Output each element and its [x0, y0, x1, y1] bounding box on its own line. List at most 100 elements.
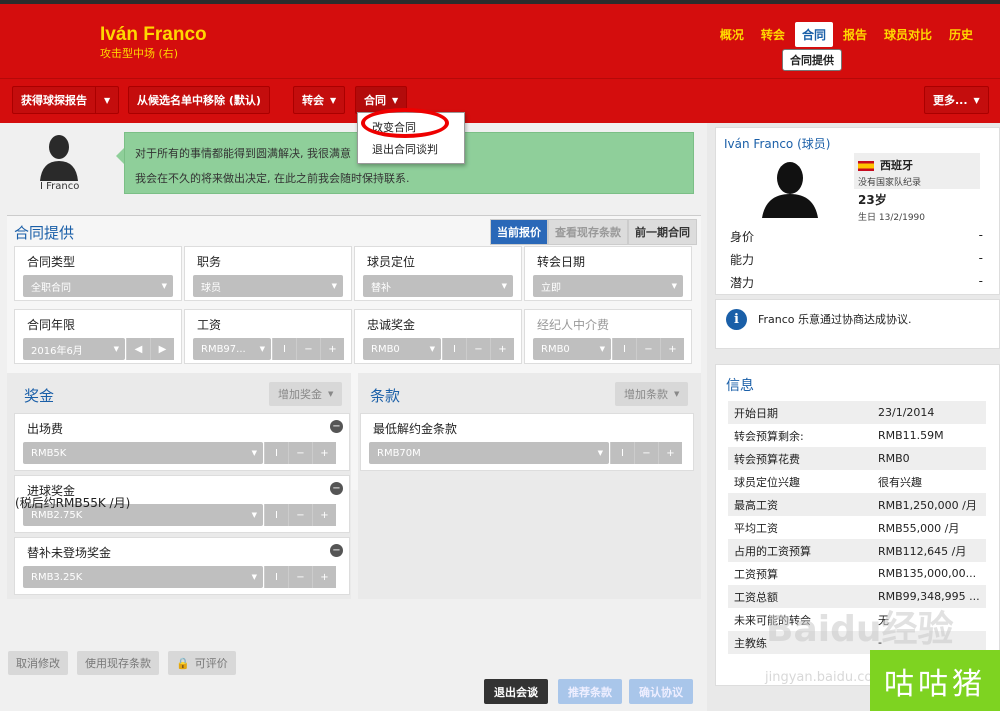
text-cursor-icon[interactable]: I [264, 442, 288, 464]
field-label: 替补未登场奖金 [27, 546, 112, 560]
minus-icon[interactable]: − [466, 338, 490, 360]
appearance-fee-select[interactable]: RMB5K ▼ [23, 442, 263, 464]
player-card-title: Iván Franco (球员) [724, 137, 831, 151]
select-value: RMB5K [31, 447, 67, 459]
minus-icon[interactable]: − [634, 442, 658, 464]
contract-length-field: 合同年限 2016年6月 ▼ ◀ ▶ [14, 309, 182, 364]
attr-potential-label: 潜力 [730, 276, 755, 290]
add-bonus-label: 增加奖金 [278, 388, 322, 401]
remove-shortlist-button[interactable]: 从候选名单中移除 (默认) [128, 86, 270, 114]
plus-icon[interactable]: + [658, 442, 682, 464]
notice-text: Franco 乐意通过协商达成协议. [758, 313, 912, 326]
confirm-agreement-button[interactable]: 确认协议 [629, 679, 693, 704]
offer-title: 合同提供 [14, 224, 75, 242]
info-value: 很有兴趣 [878, 475, 922, 489]
menu-item-change-contract[interactable]: 改变合同 [358, 116, 464, 138]
message-arrow [116, 148, 124, 164]
tab-compare[interactable]: 球员对比 [877, 22, 939, 47]
minus-icon[interactable]: − [288, 504, 312, 526]
remove-icon[interactable]: − [330, 482, 343, 495]
info-key: 工资预算 [734, 567, 778, 581]
appearance-fee-field: 出场费 − RMB5K ▼ I − + [14, 413, 350, 471]
add-bonus-button[interactable]: 增加奖金 ▼ [269, 382, 343, 406]
minus-icon[interactable]: − [296, 338, 320, 360]
info-key: 球员定位兴趣 [734, 475, 800, 489]
field-label: 最低解约金条款 [373, 422, 458, 436]
plus-icon[interactable]: + [312, 442, 336, 464]
text-cursor-icon[interactable]: I [442, 338, 466, 360]
text-cursor-icon[interactable]: I [612, 338, 636, 360]
agent-fee-select[interactable]: RMB0 ▼ [533, 338, 611, 360]
plus-icon[interactable]: + [660, 338, 684, 360]
select-value: RMB97... [201, 343, 246, 355]
info-row: 转会预算剩余: RMB11.59M [728, 424, 986, 447]
plus-icon[interactable]: + [320, 338, 344, 360]
add-clause-button[interactable]: 增加条款 ▼ [615, 382, 689, 406]
info-row: 最高工资 RMB1,250,000 /月 [728, 493, 986, 516]
squad-status-select[interactable]: 替补 ▼ [363, 275, 513, 297]
chevron-down-icon: ▼ [973, 95, 980, 105]
chevron-right-icon[interactable]: ▶ [150, 338, 174, 360]
chevron-down-icon: ▼ [330, 95, 337, 105]
unused-sub-bonus-select[interactable]: RMB3.25K ▼ [23, 566, 263, 588]
contract-menu-button[interactable]: 合同 ▼ [355, 86, 408, 114]
tab-transfer[interactable]: 转会 [754, 22, 792, 47]
tab-overview[interactable]: 概况 [713, 22, 751, 47]
wage-select[interactable]: RMB97... ▼ [193, 338, 271, 360]
use-existing-terms-button[interactable]: 使用现存条款 [77, 651, 159, 675]
more-menu-button[interactable]: 更多... ▼ [924, 86, 989, 114]
release-clause-select[interactable]: RMB70M ▼ [369, 442, 609, 464]
tab-history[interactable]: 历史 [942, 22, 980, 47]
contract-dropdown-menu: 改变合同 退出合同谈判 [357, 112, 465, 164]
baidu-url-watermark: jingyan.baidu.com [765, 670, 885, 685]
info-key: 开始日期 [734, 406, 778, 420]
attr-ability: - [978, 251, 983, 265]
profile-tabs: 概况 转会 合同 报告 球员对比 历史 [710, 22, 980, 47]
tab-reports[interactable]: 报告 [836, 22, 874, 47]
cancel-changes-button[interactable]: 取消修改 [8, 651, 68, 675]
remove-icon[interactable]: − [330, 544, 343, 557]
chevron-down-icon: ▼ [392, 95, 399, 105]
transfer-date-select[interactable]: 立即 ▼ [533, 275, 683, 297]
contract-type-select[interactable]: 全职合同 ▼ [23, 275, 173, 297]
message-line-2: 我会在不久的将来做出决定, 在此之前我会随时保持联系. [135, 172, 410, 185]
scout-report-button[interactable]: 获得球探报告 ▼ [12, 86, 120, 114]
text-cursor-icon[interactable]: I [264, 566, 288, 588]
loyalty-bonus-field: 忠诚奖金 RMB0 ▼ I − + [354, 309, 522, 364]
plus-icon[interactable]: + [490, 338, 514, 360]
chevron-down-icon[interactable]: ▼ [96, 96, 118, 105]
transfer-menu-button[interactable]: 转会 ▼ [293, 86, 346, 114]
info-key: 转会预算花费 [734, 452, 800, 466]
tab-tooltip: 合同提供 [782, 49, 842, 71]
minus-icon[interactable]: − [288, 442, 312, 464]
segment-previous-contract[interactable]: 前一期合同 [628, 219, 697, 245]
info-row: 转会预算花费 RMB0 [728, 447, 986, 470]
segment-current-offer[interactable]: 当前报价 [490, 219, 548, 245]
tab-contract[interactable]: 合同 [794, 22, 833, 47]
segment-existing-terms[interactable]: 查看现存条款 [548, 219, 628, 245]
exit-talks-button[interactable]: 退出会谈 [484, 679, 548, 704]
remove-icon[interactable]: − [330, 420, 343, 433]
select-value: 球员 [201, 282, 221, 294]
negotiable-button[interactable]: 🔒 可评价 [168, 651, 236, 675]
player-age: 23岁 [858, 193, 887, 207]
contract-menu-label: 合同 [364, 94, 386, 107]
chevron-left-icon[interactable]: ◀ [126, 338, 150, 360]
minus-icon[interactable]: − [636, 338, 660, 360]
chevron-down-icon: ▼ [674, 390, 680, 398]
contract-length-select[interactable]: 2016年6月 ▼ [23, 338, 125, 360]
text-cursor-icon[interactable]: I [264, 504, 288, 526]
select-value: 立即 [541, 282, 561, 294]
field-label: 职务 [197, 255, 222, 269]
suggest-terms-button[interactable]: 推荐条款 [558, 679, 622, 704]
menu-item-exit-negotiation[interactable]: 退出合同谈判 [358, 138, 464, 160]
minus-icon[interactable]: − [288, 566, 312, 588]
chevron-down-icon: ▼ [251, 573, 257, 581]
role-select[interactable]: 球员 ▼ [193, 275, 343, 297]
plus-icon[interactable]: + [312, 566, 336, 588]
text-cursor-icon[interactable]: I [272, 338, 296, 360]
text-cursor-icon[interactable]: I [610, 442, 634, 464]
plus-icon[interactable]: + [312, 504, 336, 526]
info-row: 工资预算 RMB135,000,00... [728, 562, 986, 585]
loyalty-bonus-select[interactable]: RMB0 ▼ [363, 338, 441, 360]
